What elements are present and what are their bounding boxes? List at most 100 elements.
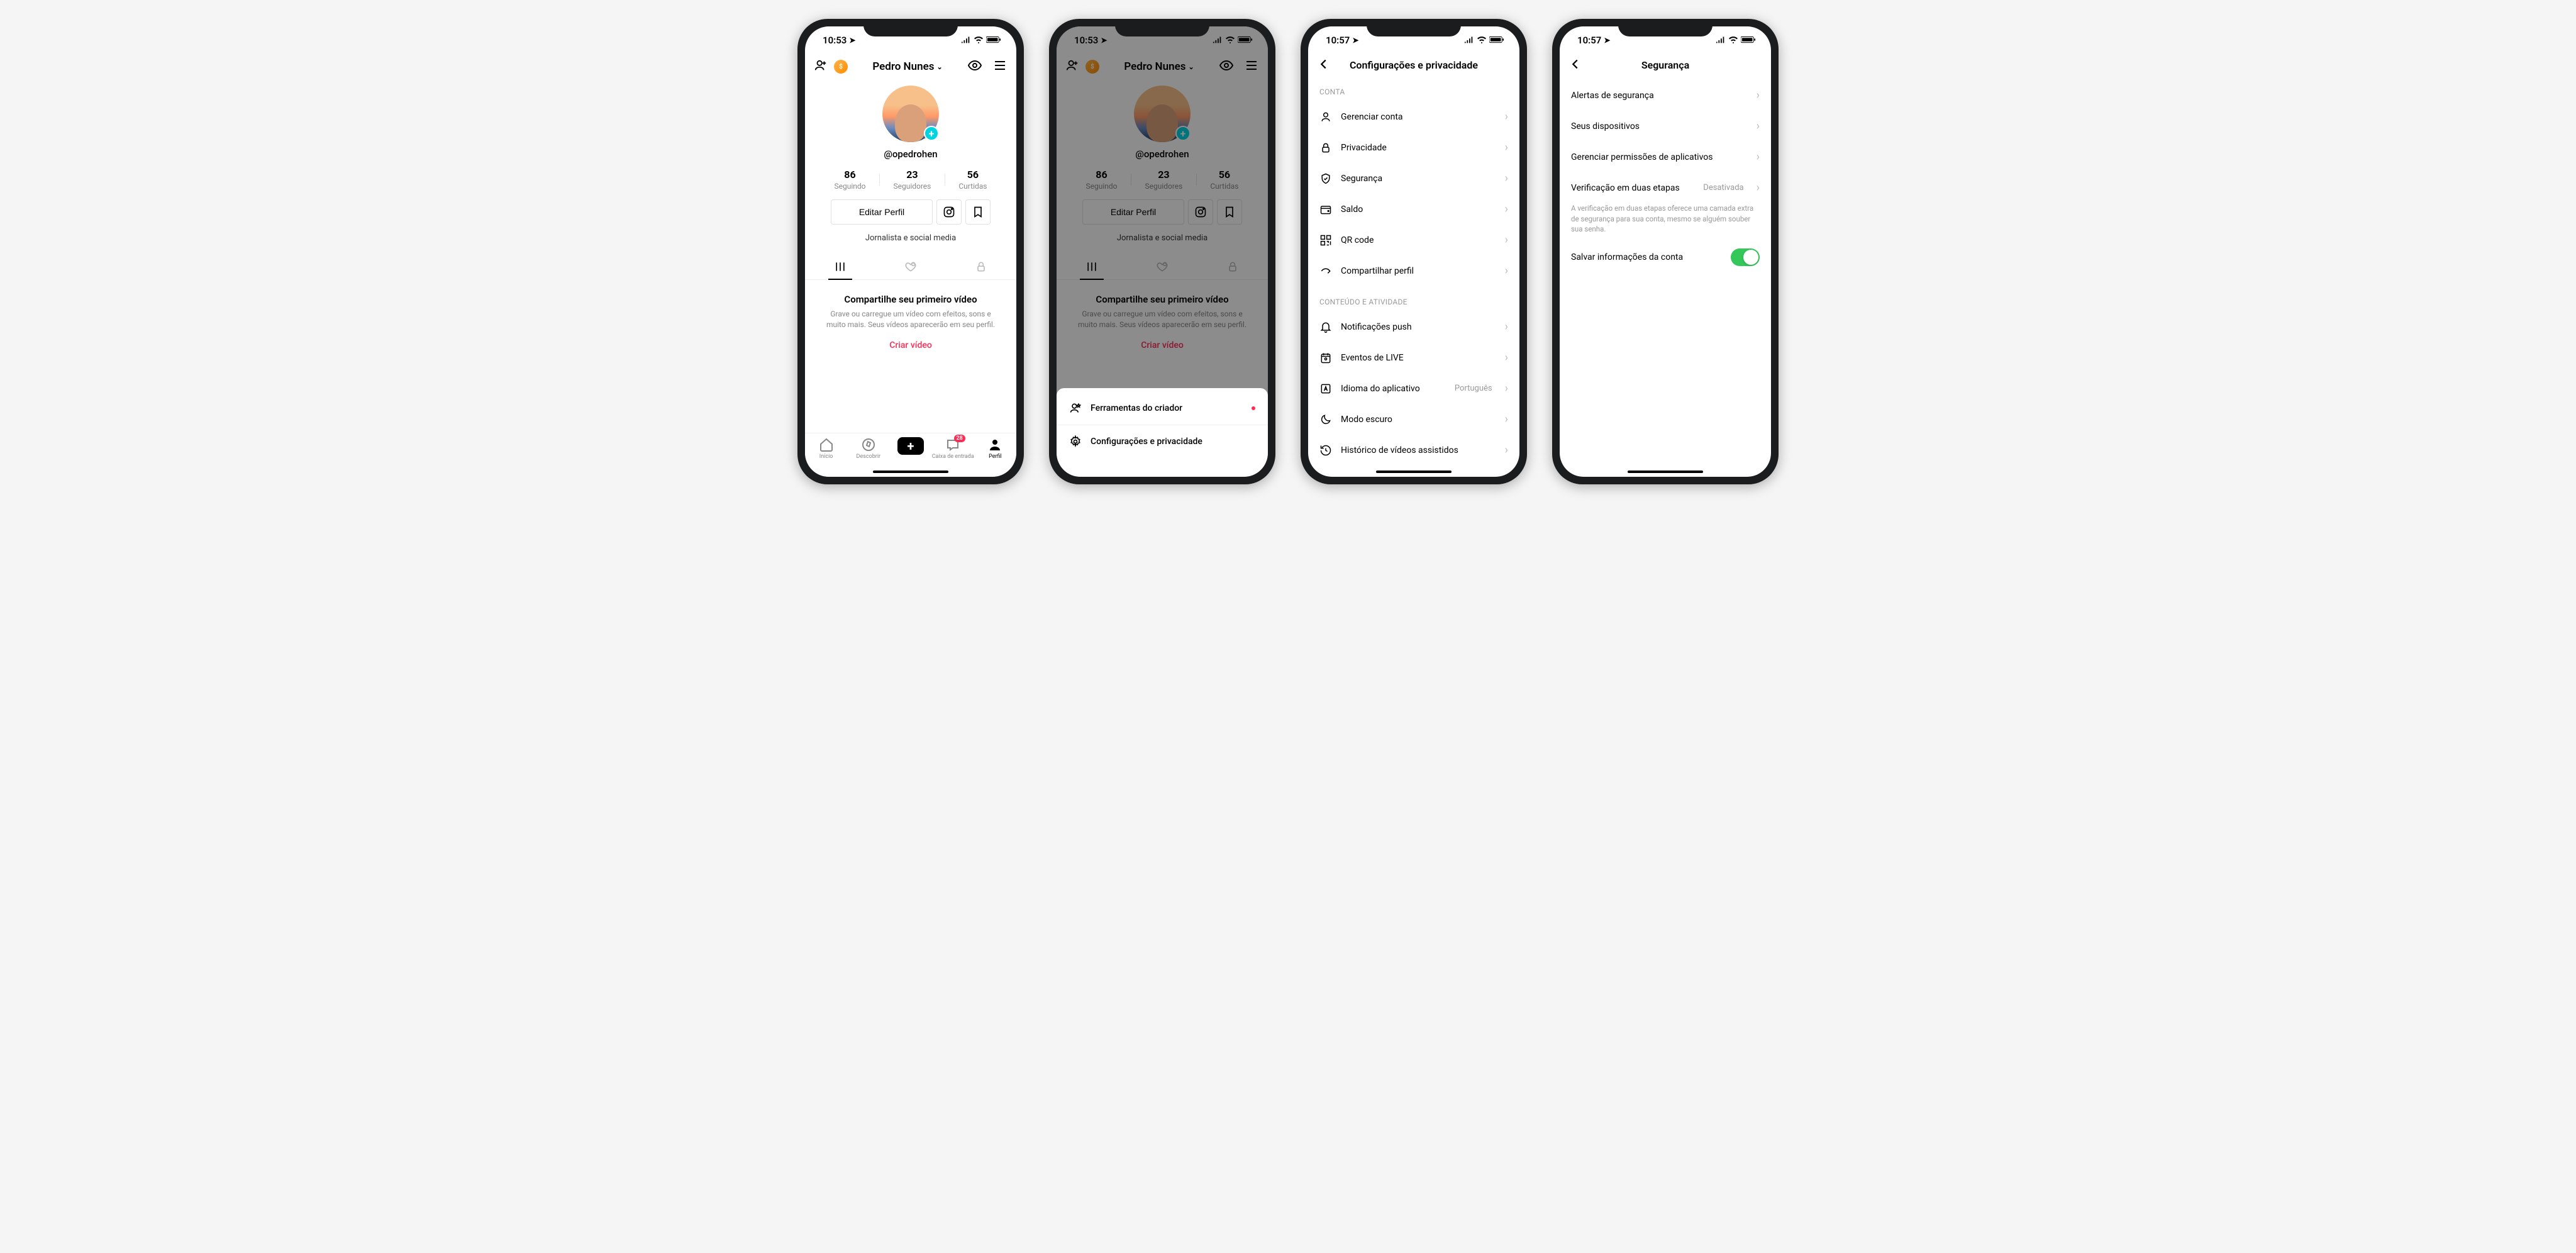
person-icon <box>1319 111 1332 123</box>
stat-following[interactable]: 86 Seguindo <box>820 169 879 191</box>
nav-inbox[interactable]: Caixa de entrada 28 <box>932 437 974 460</box>
coin-badge-icon[interactable]: $ <box>834 60 848 74</box>
chevron-right-icon: › <box>1505 382 1508 395</box>
battery-icon <box>1741 35 1756 46</box>
item-history[interactable]: Histórico de vídeos assistidos › <box>1308 435 1519 465</box>
profile-body: + @opedrohen 86 Seguindo 23 Seguidores 5… <box>805 79 1016 364</box>
screen-security: 10:57 ➤ Segurança Alertas de segurança ›… <box>1560 26 1771 477</box>
empty-title: Compartilhe seu primeiro vídeo <box>824 294 997 305</box>
bell-icon <box>1319 321 1332 333</box>
wifi-icon <box>1477 35 1487 46</box>
sheet-settings[interactable]: Configurações e privacidade <box>1057 425 1268 458</box>
item-share-profile[interactable]: Compartilhar perfil › <box>1308 255 1519 286</box>
tab-grid[interactable] <box>805 254 875 279</box>
section-account-label: CONTA <box>1308 76 1519 101</box>
history-icon <box>1319 444 1332 457</box>
screen-settings: 10:57 ➤ Configurações e privacidade CONT… <box>1308 26 1519 477</box>
security-list[interactable]: Alertas de segurança › Seus dispositivos… <box>1560 76 1771 477</box>
menu-icon[interactable] <box>992 58 1008 75</box>
chevron-right-icon: › <box>1505 320 1508 333</box>
nav-home[interactable]: Início <box>805 437 847 460</box>
item-devices[interactable]: Seus dispositivos › <box>1560 111 1771 142</box>
chevron-right-icon: › <box>1757 150 1760 164</box>
profile-name-dropdown[interactable]: Pedro Nunes ⌄ <box>872 60 942 73</box>
stat-followers[interactable]: 23 Seguidores <box>879 169 945 191</box>
chevron-right-icon: › <box>1505 233 1508 247</box>
empty-state: Compartilhe seu primeiro vídeo Grave ou … <box>805 280 1016 364</box>
avatar-plus-icon[interactable]: + <box>924 126 939 141</box>
wallet-icon <box>1319 203 1332 216</box>
letter-a-icon <box>1319 382 1332 395</box>
notch <box>863 19 958 36</box>
item-save-account-info: Salvar informações da conta <box>1560 240 1771 275</box>
notch <box>1115 19 1209 36</box>
signal-icon <box>961 35 971 46</box>
wifi-icon <box>974 35 984 46</box>
instagram-button[interactable] <box>936 199 962 225</box>
signal-icon <box>1464 35 1474 46</box>
signal-icon <box>1716 35 1726 46</box>
item-live[interactable]: Eventos de LIVE › <box>1308 342 1519 373</box>
item-language[interactable]: Idioma do aplicativo Português › <box>1308 373 1519 404</box>
shield-icon <box>1319 172 1332 185</box>
chevron-down-icon: ⌄ <box>936 63 942 71</box>
chevron-right-icon: › <box>1757 89 1760 102</box>
avatar[interactable]: + <box>882 86 939 142</box>
settings-list[interactable]: CONTA Gerenciar conta › Privacidade › Se… <box>1308 76 1519 477</box>
chevron-right-icon: › <box>1505 141 1508 154</box>
bookmark-button[interactable] <box>965 199 991 225</box>
screen-profile: 10:53 ➤ $ Pedro Nunes ⌄ <box>805 26 1016 477</box>
twofa-description: A verificação em duas etapas oferece uma… <box>1560 203 1771 240</box>
sheet-creator-tools[interactable]: Ferramentas do criador <box>1057 392 1268 425</box>
item-twofa[interactable]: Verificação em duas etapas Desativada › <box>1560 172 1771 203</box>
item-privacy[interactable]: Privacidade › <box>1308 132 1519 163</box>
back-button[interactable] <box>1317 57 1331 74</box>
location-icon: ➤ <box>1604 36 1610 45</box>
bio-text: Jornalista e social media <box>865 233 956 243</box>
location-icon: ➤ <box>849 36 855 45</box>
chevron-right-icon: › <box>1505 351 1508 364</box>
chevron-right-icon: › <box>1505 443 1508 457</box>
eye-icon[interactable] <box>967 58 982 75</box>
notch <box>1618 19 1713 36</box>
tab-private[interactable] <box>946 254 1016 279</box>
home-indicator <box>1628 471 1703 473</box>
save-info-toggle[interactable] <box>1731 248 1760 266</box>
gear-icon <box>1069 435 1082 448</box>
nav-create[interactable]: + <box>889 437 931 455</box>
notch <box>1367 19 1461 36</box>
item-manage-account[interactable]: Gerenciar conta › <box>1308 101 1519 132</box>
security-header: Segurança <box>1560 54 1771 76</box>
item-push[interactable]: Notificações push › <box>1308 311 1519 342</box>
add-user-icon[interactable] <box>814 58 828 75</box>
profile-name: Pedro Nunes <box>872 60 934 73</box>
item-security-alerts[interactable]: Alertas de segurança › <box>1560 80 1771 111</box>
stat-likes[interactable]: 56 Curtidas <box>945 169 1001 191</box>
item-dark[interactable]: Modo escuro › <box>1308 404 1519 435</box>
section-content-label: CONTEÚDO E ATIVIDADE <box>1308 286 1519 311</box>
nav-profile[interactable]: Perfil <box>974 437 1016 460</box>
item-balance[interactable]: Saldo › <box>1308 194 1519 225</box>
create-video-link[interactable]: Criar vídeo <box>824 340 997 350</box>
chevron-right-icon: › <box>1505 110 1508 123</box>
battery-icon <box>1489 35 1504 46</box>
back-button[interactable] <box>1568 57 1582 74</box>
notification-dot <box>1252 406 1255 410</box>
page-title: Configurações e privacidade <box>1350 59 1478 71</box>
item-app-permissions[interactable]: Gerenciar permissões de aplicativos › <box>1560 142 1771 172</box>
settings-header: Configurações e privacidade <box>1308 54 1519 76</box>
item-qr[interactable]: QR code › <box>1308 225 1519 255</box>
chevron-right-icon: › <box>1505 413 1508 426</box>
wifi-icon <box>1728 35 1738 46</box>
profile-tabs <box>805 254 1016 280</box>
edit-profile-button[interactable]: Editar Perfil <box>831 199 933 225</box>
tab-liked[interactable] <box>875 254 946 279</box>
phone-frame-4: 10:57 ➤ Segurança Alertas de segurança ›… <box>1552 19 1779 484</box>
chevron-right-icon: › <box>1505 203 1508 216</box>
item-security[interactable]: Segurança › <box>1308 163 1519 194</box>
location-icon: ➤ <box>1352 36 1358 45</box>
empty-desc: Grave ou carregue um vídeo com efeitos, … <box>824 309 997 330</box>
stats-row: 86 Seguindo 23 Seguidores 56 Curtidas <box>805 169 1016 191</box>
create-icon: + <box>897 437 924 455</box>
nav-discover[interactable]: Descobrir <box>847 437 889 460</box>
